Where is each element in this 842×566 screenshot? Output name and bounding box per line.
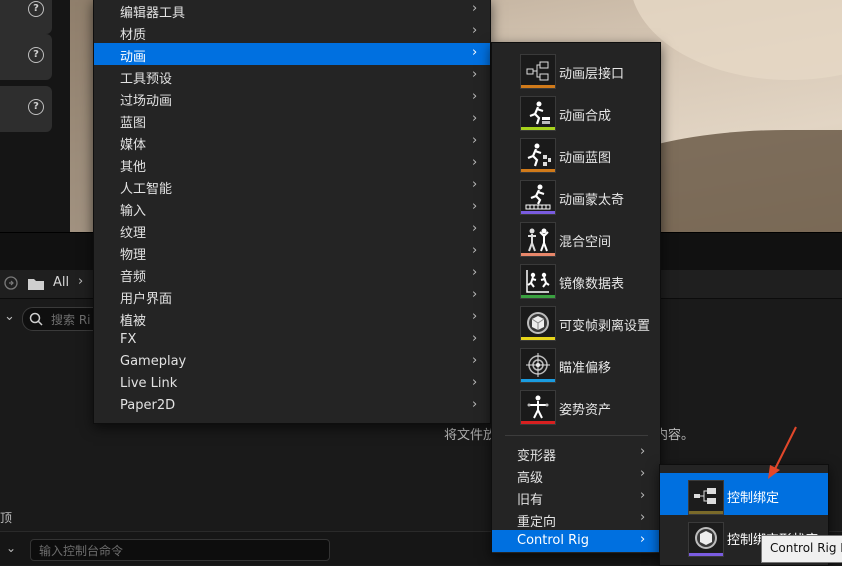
chevron-right-icon: › xyxy=(472,199,478,214)
anim-composite-icon xyxy=(520,96,556,131)
menu-item-variable-frame-strip[interactable]: 可变帧剥离设置 xyxy=(492,295,660,341)
chevron-right-icon: › xyxy=(472,111,478,126)
chevron-right-icon: › xyxy=(472,133,478,148)
chevron-right-icon: › xyxy=(472,155,478,170)
menu-item-physics[interactable]: 物理 › xyxy=(94,241,490,263)
chevron-right-icon: › xyxy=(472,309,478,324)
menu-item-retargeting[interactable]: 重定向 › xyxy=(492,508,660,530)
chevron-right-icon: › xyxy=(472,67,478,82)
anim-blueprint-icon xyxy=(520,138,556,173)
help-button[interactable]: ? xyxy=(0,86,52,132)
variable-frame-strip-icon xyxy=(520,306,556,341)
chevron-right-icon: › xyxy=(472,45,478,60)
chevron-right-icon: › xyxy=(472,287,478,302)
menu-item-pose-asset[interactable]: 姿势资产 xyxy=(492,379,660,425)
menu-item-material[interactable]: 材质 › xyxy=(94,21,490,43)
menu-item-input[interactable]: 输入 › xyxy=(94,197,490,219)
chevron-right-icon: › xyxy=(640,488,646,503)
animation-submenu: 动画层接口 动画合成 动画蓝图 动画蒙太奇 混合空间 镜像数据表 可变帧剥离设置… xyxy=(491,42,661,554)
chevron-right-icon: › xyxy=(472,243,478,258)
menu-item-blend-space[interactable]: 混合空间 xyxy=(492,211,660,257)
menu-item-texture[interactable]: 纹理 › xyxy=(94,219,490,241)
chevron-down-icon[interactable]: ⌄ xyxy=(4,309,15,324)
details-panel: ? ? ? xyxy=(0,0,70,232)
menu-item-paper2d[interactable]: Paper2D › xyxy=(94,395,490,417)
menu-item-media[interactable]: 媒体 › xyxy=(94,131,490,153)
viewport-floor xyxy=(630,0,842,80)
menu-item-legacy[interactable]: 旧有 › xyxy=(492,486,660,508)
menu-item-blueprint[interactable]: 蓝图 › xyxy=(94,109,490,131)
help-button[interactable]: ? xyxy=(0,0,52,34)
chevron-right-icon: › xyxy=(640,444,646,459)
chevron-right-icon: › xyxy=(472,353,478,368)
search-input[interactable]: 搜索 Ri xyxy=(22,307,104,331)
breadcrumb-chevron-icon[interactable]: › xyxy=(78,274,83,289)
anim-montage-icon xyxy=(520,180,556,215)
menu-item-cinematics[interactable]: 过场动画 › xyxy=(94,87,490,109)
tooltip: Control Rig Bl xyxy=(761,535,842,563)
menu-item-deformers[interactable]: 变形器 › xyxy=(492,442,660,464)
menu-item-control-rig[interactable]: Control Rig › xyxy=(492,530,660,552)
chevron-right-icon: › xyxy=(472,177,478,192)
menu-item-live-link[interactable]: Live Link › xyxy=(94,373,490,395)
anim-layer-interface-icon xyxy=(520,54,556,89)
help-icon: ? xyxy=(28,99,44,115)
folder-icon xyxy=(28,279,44,290)
help-icon: ? xyxy=(28,47,44,63)
chevron-right-icon: › xyxy=(472,397,478,412)
menu-item-mirror-data-table[interactable]: 镜像数据表 xyxy=(492,253,660,299)
menu-item-misc[interactable]: 其他 › xyxy=(94,153,490,175)
blend-space-icon xyxy=(520,222,556,257)
menu-item-anim-montage[interactable]: 动画蒙太奇 xyxy=(492,169,660,215)
asset-category-menu: 编辑器工具 › 材质 › 动画 › 工具预设 › 过场动画 › 蓝图 › 媒体 › 其他 › 人… xyxy=(93,0,491,424)
menu-item-aim-offset[interactable]: 瞄准偏移 xyxy=(492,337,660,383)
search-icon xyxy=(29,312,43,326)
chevron-right-icon: › xyxy=(472,1,478,16)
menu-item-audio[interactable]: 音频 › xyxy=(94,263,490,285)
menu-item-editor-tools[interactable]: 编辑器工具 › xyxy=(94,0,490,21)
help-icon: ? xyxy=(28,1,44,17)
drop-hint-text: 将文件放 xyxy=(444,428,497,443)
history-icon[interactable] xyxy=(4,276,18,290)
pose-asset-icon xyxy=(520,390,556,425)
menu-item-advanced[interactable]: 高级 › xyxy=(492,464,660,486)
menu-separator xyxy=(505,435,648,436)
menu-item-gameplay[interactable]: Gameplay › xyxy=(94,351,490,373)
edge-text: 顶 xyxy=(0,511,13,525)
menu-item-anim-blueprint[interactable]: 动画蓝图 xyxy=(492,127,660,173)
chevron-right-icon: › xyxy=(472,221,478,236)
chevron-down-icon[interactable]: ⌄ xyxy=(6,541,16,555)
breadcrumb-all[interactable]: All xyxy=(53,275,69,290)
chevron-right-icon: › xyxy=(472,23,478,38)
chevron-right-icon: › xyxy=(640,466,646,481)
help-button[interactable]: ? xyxy=(0,34,52,80)
menu-item-ai[interactable]: 人工智能 › xyxy=(94,175,490,197)
menu-item-animation[interactable]: 动画 › xyxy=(94,43,490,65)
menu-item-fx[interactable]: FX › xyxy=(94,329,490,351)
menu-item-tool-presets[interactable]: 工具预设 › xyxy=(94,65,490,87)
mirror-data-table-icon xyxy=(520,264,556,299)
menu-item-foliage[interactable]: 植被 › xyxy=(94,307,490,329)
control-rig-icon xyxy=(688,480,724,515)
chevron-right-icon: › xyxy=(472,265,478,280)
console-placeholder: 输入控制台命令 xyxy=(39,544,124,558)
menu-item-user-interface[interactable]: 用户界面 › xyxy=(94,285,490,307)
tooltip-text: Control Rig Bl xyxy=(770,541,842,555)
menu-item-anim-layer-interface[interactable]: 动画层接口 xyxy=(492,43,660,89)
chevron-right-icon: › xyxy=(640,510,646,525)
chevron-right-icon: › xyxy=(472,331,478,346)
chevron-right-icon: › xyxy=(472,89,478,104)
chevron-right-icon: › xyxy=(472,375,478,390)
control-rig-shape-library-icon xyxy=(688,522,724,557)
annotation-arrow-icon xyxy=(768,426,797,479)
chevron-right-icon: › xyxy=(640,532,646,547)
console-input[interactable]: 输入控制台命令 xyxy=(30,539,330,561)
aim-offset-icon xyxy=(520,348,556,383)
search-placeholder: 搜索 Ri xyxy=(51,313,91,327)
menu-item-anim-composite[interactable]: 动画合成 xyxy=(492,85,660,131)
